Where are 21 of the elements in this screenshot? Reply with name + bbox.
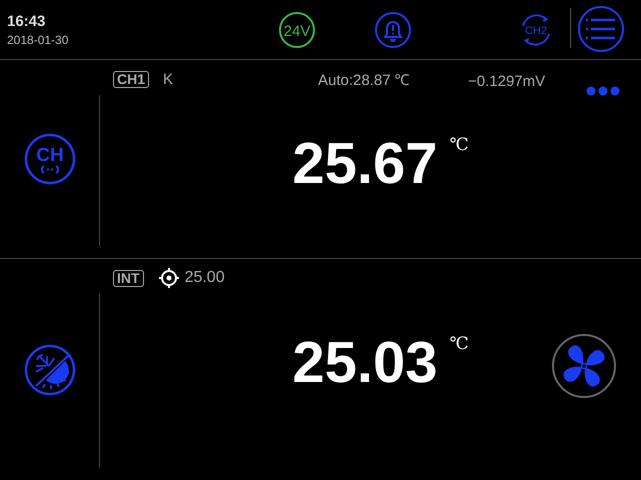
menu-icon[interactable] bbox=[577, 5, 625, 53]
more-icon[interactable] bbox=[586, 85, 620, 97]
channel-tag: CH1 bbox=[113, 70, 150, 88]
channel-link-button[interactable]: CH bbox=[24, 133, 76, 185]
channel-switch-button[interactable]: CH2 bbox=[517, 11, 555, 49]
fan-button[interactable] bbox=[551, 333, 617, 399]
temperature-value: 25.67 bbox=[292, 131, 438, 197]
temperature-unit: ℃ bbox=[450, 334, 469, 354]
snowflake-sun-button[interactable] bbox=[24, 344, 76, 396]
alarm-bell-icon[interactable] bbox=[374, 11, 412, 49]
target-icon bbox=[158, 267, 180, 289]
temperature-value: 25.03 bbox=[292, 330, 438, 396]
thermocouple-type: K bbox=[163, 70, 174, 88]
setpoint-value: 25.00 bbox=[184, 269, 225, 287]
clock-time: 16:43 bbox=[7, 12, 46, 30]
auto-reading: Auto:28.87 ℃ bbox=[318, 71, 410, 89]
channel-tag: INT bbox=[113, 270, 144, 286]
voltage-reading: −0.1297mV bbox=[468, 73, 546, 90]
clock-date: 2018-01-30 bbox=[7, 32, 70, 46]
temperature-unit: ℃ bbox=[450, 135, 469, 155]
power-indicator: 24V bbox=[278, 11, 316, 49]
